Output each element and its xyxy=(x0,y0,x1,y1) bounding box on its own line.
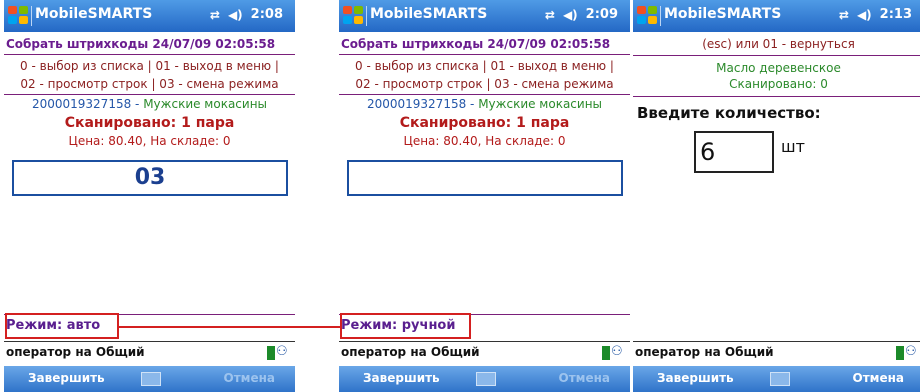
barcode-separator: - xyxy=(131,97,144,111)
finish-button[interactable]: Завершить xyxy=(28,371,105,385)
clock: 2:09 xyxy=(585,7,618,22)
speaker-icon[interactable]: ◀) xyxy=(563,8,578,22)
highlight-connector xyxy=(118,326,340,328)
soft-key-bar: Завершить Отмена xyxy=(633,366,920,392)
sync-arrows-icon[interactable]: ⇄ xyxy=(839,8,849,22)
barcode-separator: - xyxy=(466,97,479,111)
speaker-icon[interactable]: ◀) xyxy=(228,8,243,22)
soft-key-bar: Завершить Отмена xyxy=(339,366,630,392)
soft-key-bar: Завершить Отмена xyxy=(4,366,295,392)
mode-highlight-manual xyxy=(340,313,471,339)
price-stock: Цена: 80.40, На складе: 0 xyxy=(403,134,566,148)
quantity-input[interactable]: 6 xyxy=(694,131,774,173)
keyboard-icon[interactable] xyxy=(475,372,496,386)
barcode: 2000019327158 xyxy=(31,97,132,111)
finish-button[interactable]: Завершить xyxy=(657,371,734,385)
cancel-button[interactable]: Отмена xyxy=(559,371,611,385)
barcode-input[interactable]: 03 xyxy=(12,160,288,196)
back-hint: (esc) или 01 - вернуться xyxy=(702,37,855,51)
speaker-icon[interactable]: ◀) xyxy=(857,8,872,22)
price-stock: Цена: 80.40, На складе: 0 xyxy=(68,134,231,148)
clock: 2:08 xyxy=(250,7,283,22)
windows-flag-icon[interactable] xyxy=(343,6,365,26)
operator-label: оператор на Общий xyxy=(341,345,480,359)
document-header: Собрать штрихкоды 24/07/09 02:05:58 xyxy=(6,37,276,51)
app-title: MobileSMARTS xyxy=(664,6,782,22)
operator-status-icon: ⚇ xyxy=(602,344,624,362)
sync-arrows-icon[interactable]: ⇄ xyxy=(210,8,220,22)
operator-label: оператор на Общий xyxy=(6,345,145,359)
operator-status-icon: ⚇ xyxy=(267,344,289,362)
finish-button[interactable]: Завершить xyxy=(363,371,440,385)
goods-line: 2000019327158 - Мужские мокасины xyxy=(4,97,295,111)
hint-line-2: 02 - просмотр строк | 03 - смена режима xyxy=(355,77,614,91)
title-bar: MobileSMARTS ⇄ ◀) 2:08 xyxy=(4,0,295,32)
hint-line-1: 0 - выбор из списка | 01 - выход в меню … xyxy=(355,59,614,73)
title-bar: MobileSMARTS ⇄ ◀) 2:13 xyxy=(633,0,920,32)
screen-quantity-entry: MobileSMARTS ⇄ ◀) 2:13 (esc) или 01 - верн… xyxy=(633,0,920,392)
scanned-count: Сканировано: 0 xyxy=(729,77,828,91)
unit-label: шт xyxy=(781,137,805,156)
goods-line: 2000019327158 - Мужские мокасины xyxy=(339,97,630,111)
operator-label: оператор на Общий xyxy=(635,345,774,359)
clock: 2:13 xyxy=(879,7,912,22)
hint-line-1: 0 - выбор из списка | 01 - выход в меню … xyxy=(20,59,279,73)
operator-status-icon: ⚇ xyxy=(896,344,918,362)
cancel-button[interactable]: Отмена xyxy=(224,371,276,385)
product-name: Масло деревенское xyxy=(716,61,841,75)
keyboard-icon[interactable] xyxy=(140,372,161,386)
cancel-button[interactable]: Отмена xyxy=(853,371,905,385)
title-bar: MobileSMARTS ⇄ ◀) 2:09 xyxy=(339,0,630,32)
barcode: 2000019327158 xyxy=(366,97,467,111)
windows-flag-icon[interactable] xyxy=(637,6,659,26)
product-name: Мужские мокасины xyxy=(143,97,268,111)
keyboard-icon[interactable] xyxy=(769,372,790,386)
quantity-label: Введите количество: xyxy=(637,104,821,122)
sync-arrows-icon[interactable]: ⇄ xyxy=(545,8,555,22)
product-name: Мужские мокасины xyxy=(478,97,603,111)
scanned-count: Сканировано: 1 пара xyxy=(64,115,235,131)
app-title: MobileSMARTS xyxy=(35,6,153,22)
app-title: MobileSMARTS xyxy=(370,6,488,22)
scanned-count: Сканировано: 1 пара xyxy=(399,115,570,131)
windows-flag-icon[interactable] xyxy=(8,6,30,26)
document-header: Собрать штрихкоды 24/07/09 02:05:58 xyxy=(341,37,611,51)
hint-line-2: 02 - просмотр строк | 03 - смена режима xyxy=(20,77,279,91)
barcode-input[interactable] xyxy=(347,160,623,196)
mode-highlight-auto xyxy=(5,313,119,339)
